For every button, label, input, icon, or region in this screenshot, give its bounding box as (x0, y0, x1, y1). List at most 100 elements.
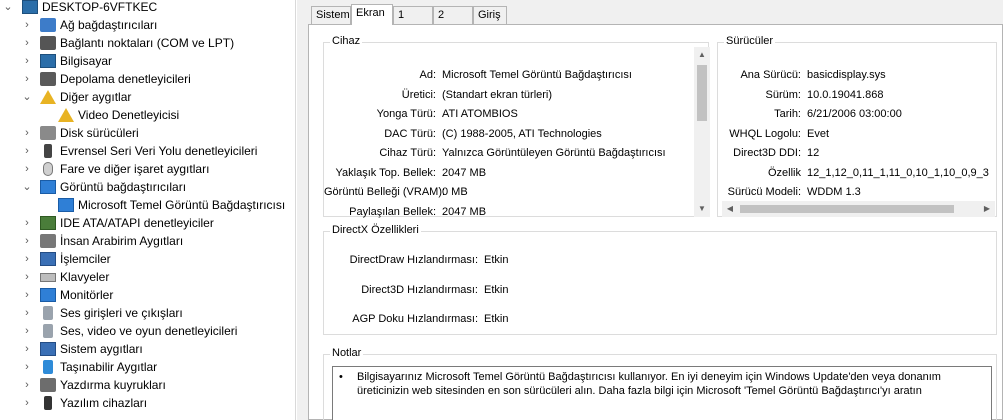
tab-input[interactable]: Giriş (473, 6, 507, 24)
drivers-group: Sürücüler Ana Sürücü: basicdisplay.sys Sür… (717, 35, 997, 217)
device-row: Ad: Microsoft Temel Görüntü Bağdaştırıcıs… (324, 67, 684, 83)
chevron-right-icon[interactable]: › (22, 286, 32, 304)
tab-system[interactable]: Sistem (311, 6, 351, 24)
chevron-right-icon[interactable]: › (22, 304, 32, 322)
drivers-scrollbar[interactable]: ◀ ▶ (722, 201, 995, 217)
chevron-right-icon[interactable]: › (22, 160, 32, 178)
chevron-right-icon[interactable]: › (22, 34, 32, 52)
display-adapter-icon (58, 198, 74, 212)
scroll-thumb[interactable] (697, 65, 707, 121)
device-tree[interactable]: ⌄ DESKTOP-6VFTKEC › Ağ bağdaştırıcıları › B… (0, 0, 296, 420)
driver-label: Sürücü Modeli: (727, 186, 801, 198)
device-group-title: Cihaz (330, 35, 363, 47)
tree-item-label: Yazılım cihazları (60, 396, 148, 410)
tree-item-label: Taşınabilir Aygıtlar (60, 360, 158, 374)
device-row: DAC Türü: (C) 1988-2005, ATI Technologies (324, 126, 684, 142)
chevron-right-icon[interactable]: › (22, 52, 32, 70)
tree-item-label: Evrensel Seri Veri Yolu denetleyicileri (60, 144, 258, 158)
device-row: Üretici: (Standart ekran türleri) (324, 87, 684, 103)
chevron-right-icon[interactable]: › (22, 16, 32, 34)
bullet-icon: • (339, 371, 343, 383)
driver-label: Ana Sürücü: (740, 69, 801, 81)
driver-row: Ana Sürücü: basicdisplay.sys (718, 67, 988, 83)
tree-item-label: Disk sürücüleri (60, 126, 139, 140)
tab-sound-2[interactable]: 2 Sesi (433, 6, 473, 37)
notes-textbox[interactable]: • Bilgisayarınız Microsoft Temel Görüntü… (332, 366, 992, 420)
chevron-right-icon[interactable]: › (22, 322, 32, 340)
other-devices-icon (40, 90, 56, 104)
network-adapter-icon (40, 18, 56, 32)
chevron-down-icon[interactable]: ⌄ (22, 88, 32, 106)
device-value: ATI ATOMBIOS (442, 108, 518, 120)
driver-value: 12_1,12_0,11_1,11_0,10_1,10_0,9_3 (807, 166, 989, 179)
notes-group-title: Notlar (330, 347, 364, 359)
device-label: Üretici: (401, 88, 436, 101)
scroll-thumb-h[interactable] (740, 205, 954, 213)
chevron-right-icon[interactable]: › (22, 70, 32, 88)
chevron-right-icon[interactable]: › (22, 268, 32, 286)
portable-device-icon (43, 360, 53, 374)
tree-item-label: Ses girişleri ve çıkışları (60, 306, 183, 320)
driver-row: Tarih: 6/21/2006 03:00:00 (718, 106, 988, 122)
directx-value: Etkin (484, 313, 509, 325)
driver-value: 12 (807, 147, 820, 159)
display-panel: Cihaz Ad: Microsoft Temel Görüntü Bağdaşt… (308, 24, 1003, 420)
device-scrollbar[interactable]: ▲ ▼ (694, 47, 710, 217)
device-group: Cihaz Ad: Microsoft Temel Görüntü Bağdaşt… (323, 35, 710, 218)
warning-icon (58, 108, 74, 122)
notes-group: Notlar • Bilgisayarınız Microsoft Temel … (323, 347, 997, 420)
tree-item-label: İnsan Arabirim Aygıtları (60, 234, 184, 248)
device-value: 2047 MB (442, 205, 487, 218)
tree-item-label: Yazdırma kuyrukları (60, 378, 166, 392)
driver-value: basicdisplay.sys (807, 69, 886, 81)
chevron-down-icon[interactable]: ⌄ (22, 178, 32, 196)
device-label: Görüntü Belleği (VRAM): (324, 186, 446, 198)
tree-item-label: Ses, video ve oyun denetleyicileri (60, 324, 238, 338)
tree-item-label: Görüntü bağdaştırıcıları (60, 180, 187, 194)
device-row: Görüntü Belleği (VRAM): 0 MB (324, 184, 684, 200)
device-value: (Standart ekran türleri) (442, 88, 553, 101)
device-label: Yonga Türü: (376, 108, 436, 120)
tree-item-label: Klavyeler (60, 270, 110, 284)
scroll-up-icon[interactable]: ▲ (694, 47, 710, 63)
driver-label: Tarih: (774, 108, 801, 120)
tree-item-label: Ağ bağdaştırıcıları (60, 18, 158, 32)
usb-icon (44, 144, 52, 158)
chevron-down-icon[interactable]: ⌄ (3, 0, 13, 16)
chevron-right-icon[interactable]: › (22, 394, 32, 412)
device-value: 0 MB (442, 186, 468, 198)
directx-label: DirectDraw Hızlandırması: (349, 254, 478, 266)
chevron-right-icon[interactable]: › (22, 250, 32, 268)
chevron-right-icon[interactable]: › (22, 232, 32, 250)
driver-value: 10.0.19041.868 (807, 88, 884, 101)
audio-io-icon (43, 306, 53, 320)
chevron-right-icon[interactable]: › (22, 142, 32, 160)
driver-row: Özellik 12_1,12_0,11_1,11_0,10_1,10_0,9_3 (718, 165, 989, 181)
tree-item-label: Sistem aygıtları (60, 342, 143, 356)
display-adapter-icon (40, 180, 56, 194)
chevron-right-icon[interactable]: › (22, 214, 32, 232)
device-label: DAC Türü: (384, 127, 436, 140)
tab-sound-1[interactable]: 1 Sesi (393, 6, 433, 37)
driver-value: WDDM 1.3 (807, 186, 861, 198)
directx-value: Etkin (484, 283, 509, 296)
scroll-left-icon[interactable]: ◀ (722, 201, 738, 217)
scroll-down-icon[interactable]: ▼ (694, 201, 710, 217)
mouse-icon (43, 162, 53, 176)
tab-display[interactable]: Ekran (351, 4, 393, 25)
tree-item-label: Video Denetleyicisi (78, 108, 180, 122)
chevron-right-icon[interactable]: › (22, 376, 32, 394)
chevron-right-icon[interactable]: › (22, 124, 32, 142)
software-device-icon (44, 396, 52, 410)
directx-label: AGP Doku Hızlandırması: (352, 313, 478, 325)
device-label: Yaklaşık Top. Bellek: (335, 166, 436, 179)
scroll-right-icon[interactable]: ▶ (979, 201, 995, 217)
tree-item-label: Bilgisayar (60, 54, 113, 68)
device-value: Microsoft Temel Görüntü Bağdaştırıcısı (442, 69, 632, 81)
directx-value: Etkin (484, 254, 509, 266)
device-row: Cihaz Türü: Yalnızca Görüntüleyen Görüntü… (324, 145, 684, 161)
device-row: Yaklaşık Top. Bellek: 2047 MB (324, 165, 684, 181)
monitor-icon (40, 288, 56, 302)
chevron-right-icon[interactable]: › (22, 340, 32, 358)
chevron-right-icon[interactable]: › (22, 358, 32, 376)
